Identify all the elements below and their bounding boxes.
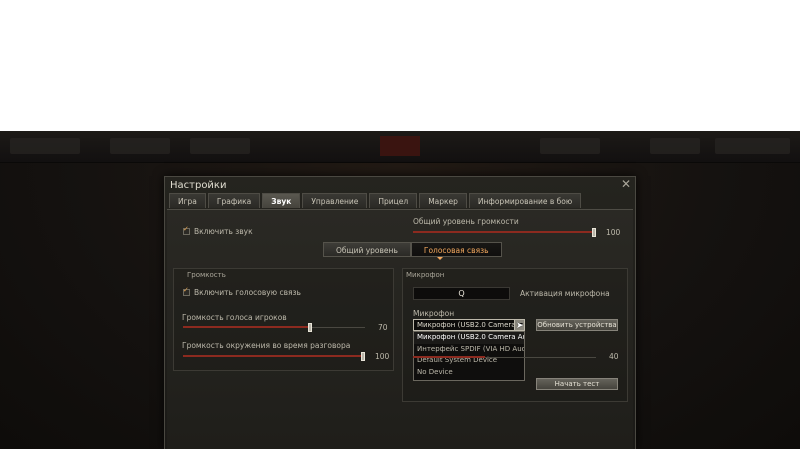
ambient-volume-value: 100: [375, 352, 390, 361]
game-top-bar-item: [715, 138, 790, 154]
slider-thumb[interactable]: [592, 228, 596, 237]
mic-device-option[interactable]: No Device: [414, 367, 524, 379]
tab-sound[interactable]: Звук: [262, 193, 301, 208]
tab-game[interactable]: Игра: [169, 193, 206, 208]
enable-voice-checkbox[interactable]: [183, 286, 190, 296]
master-volume-value: 100: [606, 228, 621, 237]
ambient-volume-slider[interactable]: [183, 352, 365, 361]
master-volume-slider[interactable]: [413, 228, 596, 237]
screen: Настройки ✕ Игра Графика Звук Управление…: [0, 0, 800, 449]
tab-controls[interactable]: Управление: [302, 193, 368, 208]
active-subtab-indicator: [437, 257, 443, 260]
players-voice-label: Громкость голоса игроков: [182, 313, 287, 322]
game-top-bar-item: [540, 138, 600, 154]
subtab-voice-chat[interactable]: Голосовая связь: [410, 242, 502, 257]
mic-activation-key-field[interactable]: Q: [413, 287, 510, 300]
mouse-cursor-icon: ➤: [516, 321, 524, 331]
sound-subtabs: Общий уровень Голосовая связь: [323, 242, 502, 257]
game-top-bar-battle-button: [380, 136, 420, 156]
tab-graphics[interactable]: Графика: [207, 193, 261, 208]
blank-area: [0, 0, 800, 131]
slider-fill: [413, 231, 592, 233]
settings-dialog: Настройки ✕ Игра Графика Звук Управление…: [164, 176, 636, 449]
microphone-panel-title: Микрофон: [406, 271, 445, 279]
settings-tabs: Игра Графика Звук Управление Прицел Марк…: [169, 193, 582, 208]
mic-device-selected-value: Микрофон (USB2.0 Camera Audio: [417, 321, 524, 329]
refresh-devices-button[interactable]: Обновить устройства: [536, 319, 618, 331]
mic-volume-value: 40: [609, 352, 619, 361]
game-top-bar-item: [10, 138, 80, 154]
subtab-general[interactable]: Общий уровень: [323, 242, 411, 257]
close-icon[interactable]: ✕: [621, 177, 631, 191]
master-volume-label: Общий уровень громкости: [413, 217, 519, 226]
mic-device-select[interactable]: Микрофон (USB2.0 Camera Audio: [413, 319, 525, 331]
tab-marker[interactable]: Маркер: [419, 193, 467, 208]
mic-activation-label: Активация микрофона: [520, 289, 610, 298]
players-voice-value: 70: [378, 323, 388, 332]
volume-panel-title: Громкость: [187, 271, 226, 279]
mic-device-label: Микрофон: [413, 309, 455, 318]
sound-settings-content: Включить звук Общий уровень громкости 10…: [167, 209, 633, 449]
enable-voice-label: Включить голосовую связь: [194, 288, 301, 297]
slider-thumb[interactable]: [308, 323, 312, 332]
tab-battle-notifications[interactable]: Информирование в бою: [468, 193, 582, 208]
mic-volume-slider[interactable]: [413, 353, 596, 362]
start-test-button[interactable]: Начать тест: [536, 378, 618, 390]
game-top-bar-item: [110, 138, 170, 154]
players-voice-slider[interactable]: [183, 323, 365, 332]
slider-fill: [413, 356, 485, 358]
slider-fill: [183, 326, 308, 328]
enable-sound-checkbox[interactable]: [183, 225, 190, 235]
enable-sound-label: Включить звук: [194, 227, 253, 236]
game-top-bar-item: [650, 138, 700, 154]
dialog-title: Настройки: [170, 180, 227, 191]
game-top-bar-item: [190, 138, 250, 154]
slider-fill: [183, 355, 361, 357]
slider-thumb[interactable]: [361, 352, 365, 361]
ambient-volume-label: Громкость окружения во время разговора: [182, 341, 351, 350]
tab-sight[interactable]: Прицел: [369, 193, 418, 208]
mic-device-option[interactable]: Микрофон (USB2.0 Camera Audio: [414, 332, 524, 344]
